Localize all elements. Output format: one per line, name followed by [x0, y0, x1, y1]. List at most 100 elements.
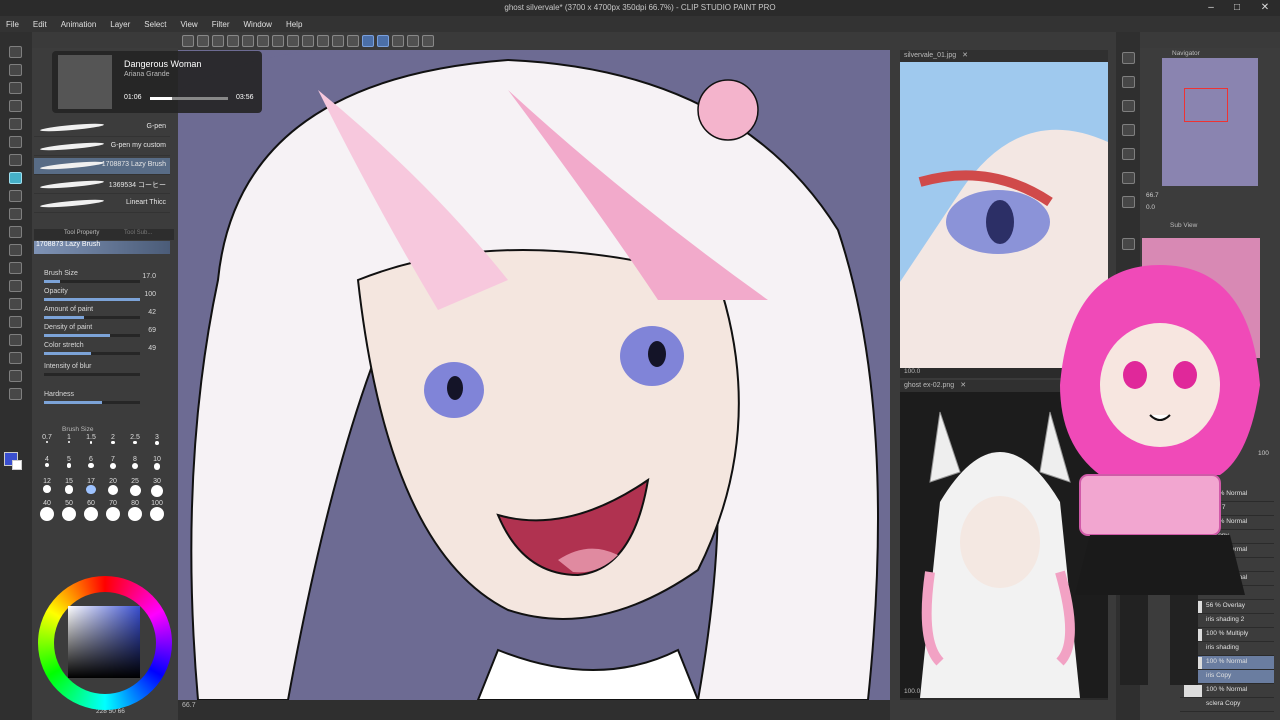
reference-tab-1[interactable]: silvervale_01.jpg ✕ — [900, 50, 1108, 62]
fill-icon[interactable] — [302, 35, 314, 47]
brush-size-option[interactable]: 15 — [58, 478, 80, 494]
brush-size-option[interactable]: 8 — [124, 456, 146, 470]
tab-tool-sub[interactable]: Tool Sub... — [124, 230, 152, 236]
density-of-paint-slider[interactable]: Density of paint 69 — [34, 324, 170, 340]
brush-size-option[interactable]: 2 — [102, 434, 124, 445]
correct-line-tool-icon[interactable] — [9, 388, 22, 400]
ruler-tool-icon[interactable] — [9, 334, 22, 346]
brush-size-option[interactable]: 12 — [36, 478, 58, 493]
pencil-tool-icon[interactable] — [9, 190, 22, 202]
color-square[interactable] — [68, 606, 140, 678]
snap-ruler-icon[interactable] — [362, 35, 374, 47]
menu-animation[interactable]: Animation — [61, 20, 97, 29]
menu-layer[interactable]: Layer — [110, 20, 130, 29]
settings-icon[interactable] — [422, 35, 434, 47]
close-icon[interactable]: ✕ — [960, 382, 966, 389]
brush-size-option[interactable]: 25 — [124, 478, 146, 496]
save-icon[interactable] — [212, 35, 224, 47]
text-tool-icon[interactable] — [9, 352, 22, 364]
menu-view[interactable]: View — [181, 20, 198, 29]
main-canvas[interactable] — [178, 50, 890, 700]
brush-item[interactable]: G-pen my custom — [34, 139, 170, 156]
brush-size-option[interactable]: 30 — [146, 478, 168, 498]
blend-tool-icon[interactable] — [9, 208, 22, 220]
undo-icon[interactable] — [242, 35, 254, 47]
select-all-icon[interactable] — [332, 35, 344, 47]
amount-of-paint-slider[interactable]: Amount of paint 42 — [34, 306, 170, 322]
clear-icon[interactable] — [272, 35, 284, 47]
new-icon[interactable] — [182, 35, 194, 47]
eraser-tool-icon[interactable] — [9, 244, 22, 256]
star-icon[interactable] — [1122, 196, 1135, 208]
navigator-preview[interactable] — [1162, 58, 1258, 186]
redo-icon[interactable] — [257, 35, 269, 47]
brush-size-option[interactable]: 60 — [80, 500, 102, 521]
brush-size-option[interactable]: 10 — [146, 456, 168, 470]
transform-icon[interactable] — [287, 35, 299, 47]
brush-size-slider[interactable]: Brush Size 17.0 — [34, 270, 170, 286]
color-wheel[interactable] — [38, 576, 172, 710]
brush-size-option[interactable]: 70 — [102, 500, 124, 521]
minimize-icon[interactable]: – — [1198, 0, 1224, 16]
menu-filter[interactable]: Filter — [212, 20, 230, 29]
brush-size-option[interactable]: 40 — [36, 500, 58, 521]
crop-icon[interactable] — [317, 35, 329, 47]
layer-search-icon[interactable] — [1122, 238, 1135, 250]
brush-size-option[interactable]: 50 — [58, 500, 80, 521]
zoom-tool-icon[interactable] — [9, 64, 22, 76]
brush-size-option[interactable]: 0.7 — [36, 434, 58, 443]
material-icon[interactable] — [1122, 76, 1135, 88]
brush-tool-icon[interactable] — [9, 154, 22, 166]
opacity-slider[interactable]: Opacity 100 — [34, 288, 170, 304]
airbrush-tool-icon[interactable] — [9, 172, 22, 184]
close-icon[interactable]: ✕ — [962, 52, 968, 59]
document-icon[interactable] — [407, 35, 419, 47]
snap-special-icon[interactable] — [377, 35, 389, 47]
menu-help[interactable]: Help — [286, 20, 302, 29]
move-tool-icon[interactable] — [9, 100, 22, 112]
brush-size-option[interactable]: 20 — [102, 478, 124, 495]
history-icon[interactable] — [1122, 148, 1135, 160]
balloon-tool-icon[interactable] — [9, 370, 22, 382]
object-tool-icon[interactable] — [9, 118, 22, 130]
menu-edit[interactable]: Edit — [33, 20, 47, 29]
color-set-icon[interactable] — [1122, 172, 1135, 184]
brush-size-option[interactable]: 3 — [146, 434, 168, 445]
eyedropper-tool-icon[interactable] — [9, 136, 22, 148]
menu-file[interactable]: File — [6, 20, 19, 29]
brush-size-option[interactable]: 2.5 — [124, 434, 146, 445]
decoration-tool-icon[interactable] — [9, 226, 22, 238]
open-icon[interactable] — [197, 35, 209, 47]
pen-tool-icon[interactable] — [9, 46, 22, 58]
maximize-icon[interactable]: □ — [1224, 0, 1250, 16]
search-icon[interactable] — [1122, 52, 1135, 64]
close-icon[interactable]: ✕ — [1252, 0, 1278, 16]
fill-tool-icon[interactable] — [9, 262, 22, 274]
brush-size-option[interactable]: 1 — [58, 434, 80, 444]
brush-size-option[interactable]: 7 — [102, 456, 124, 469]
menu-select[interactable]: Select — [144, 20, 166, 29]
intensity-of-blur-slider[interactable]: Intensity of blur — [34, 363, 170, 379]
frame-tool-icon[interactable] — [9, 316, 22, 328]
gradient-tool-icon[interactable] — [9, 280, 22, 292]
brush-item[interactable]: G-pen — [34, 120, 170, 137]
brush-size-option[interactable]: 6 — [80, 456, 102, 469]
brush-size-option[interactable]: 1.5 — [80, 434, 102, 444]
brush-size-option[interactable]: 5 — [58, 456, 80, 468]
menu-window[interactable]: Window — [244, 20, 272, 29]
brush-item[interactable]: Lineart Thicc — [34, 196, 170, 213]
snap-grid-icon[interactable] — [392, 35, 404, 47]
figure-tool-icon[interactable] — [9, 298, 22, 310]
deselect-icon[interactable] — [347, 35, 359, 47]
layer-property-icon[interactable] — [1122, 124, 1135, 136]
color-stretch-slider[interactable]: Color stretch 49 — [34, 342, 170, 358]
brush-item[interactable]: 1369534 コーヒー — [34, 177, 170, 194]
brush-size-option[interactable]: 100 — [146, 500, 168, 521]
brush-item-selected[interactable]: 1708873 Lazy Brush — [34, 158, 170, 175]
brush-size-option[interactable]: 80 — [124, 500, 146, 521]
lasso-tool-icon[interactable] — [9, 82, 22, 94]
close-panel-icon[interactable] — [1122, 100, 1135, 112]
export-icon[interactable] — [227, 35, 239, 47]
tab-tool-property[interactable]: Tool Property — [64, 230, 99, 236]
hardness-slider[interactable]: Hardness — [34, 391, 170, 407]
